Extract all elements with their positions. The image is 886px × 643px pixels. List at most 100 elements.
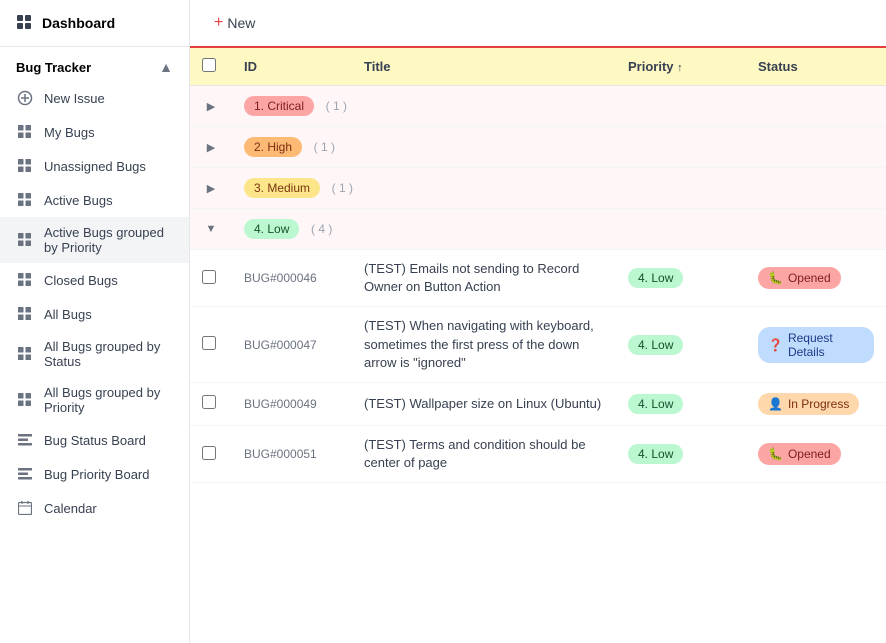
sidebar-item-new-issue[interactable]: New Issue <box>0 81 189 115</box>
header-title: Title <box>352 48 616 86</box>
group-toggle-low[interactable]: ▼ <box>202 220 220 238</box>
group-count-medium: ( 1 ) <box>332 181 353 195</box>
chevron-icon-high: ▶ <box>202 138 220 156</box>
row-checkbox-BUG#000051[interactable] <box>202 446 216 460</box>
table-row: BUG#000046 (TEST) Emails not sending to … <box>190 250 886 307</box>
table-body: ▶ 1. Critical ( 1 ) ▶ 2. High ( 1 ) ▶ 3.… <box>190 86 886 483</box>
sidebar-item-label-closed-bugs: Closed Bugs <box>44 273 118 288</box>
group-label-cell-low[interactable]: 4. Low ( 4 ) <box>232 209 886 250</box>
new-label: New <box>227 15 255 31</box>
row-status: 👤 In Progress <box>746 382 886 425</box>
group-row-medium[interactable]: ▶ 3. Medium ( 1 ) <box>190 168 886 209</box>
row-priority: 4. Low <box>616 425 746 482</box>
sidebar-item-label-unassigned-bugs: Unassigned Bugs <box>44 159 146 174</box>
group-toggle-high[interactable]: ▶ <box>202 138 220 156</box>
sidebar-item-bug-status-board[interactable]: Bug Status Board <box>0 423 189 457</box>
sidebar-items-container: New Issue My Bugs Unassigned Bugs Acti <box>0 81 189 525</box>
group-row-low[interactable]: ▼ 4. Low ( 4 ) <box>190 209 886 250</box>
row-checkbox-BUG#000047[interactable] <box>202 336 216 350</box>
header-status: Status <box>746 48 886 86</box>
group-priority-badge-low: 4. Low <box>244 219 299 239</box>
sidebar-icon-calendar <box>16 499 34 517</box>
priority-badge: 4. Low <box>628 394 683 414</box>
status-badge: 🐛 Opened <box>758 267 841 289</box>
row-checkbox-cell[interactable] <box>190 382 232 425</box>
select-all-checkbox[interactable] <box>202 58 216 72</box>
sidebar-item-closed-bugs[interactable]: Closed Bugs <box>0 263 189 297</box>
sidebar-item-label-active-bugs: Active Bugs <box>44 193 113 208</box>
bugs-table: ID Title Priority ↑ Status ▶ 1. Critical… <box>190 48 886 483</box>
sidebar-icon-all-bugs-grouped-status <box>16 345 34 363</box>
sidebar-item-all-bugs-grouped-status[interactable]: All Bugs grouped by Status <box>0 331 189 377</box>
sidebar-item-calendar[interactable]: Calendar <box>0 491 189 525</box>
sidebar-icon-new-issue <box>16 89 34 107</box>
row-checkbox-cell[interactable] <box>190 250 232 307</box>
group-expand-cell[interactable]: ▶ <box>190 86 232 127</box>
sidebar-icon-unassigned-bugs <box>16 157 34 175</box>
header-checkbox-col <box>190 48 232 86</box>
group-row-critical[interactable]: ▶ 1. Critical ( 1 ) <box>190 86 886 127</box>
sidebar-item-active-bugs[interactable]: Active Bugs <box>0 183 189 217</box>
section-label: Bug Tracker <box>16 60 91 75</box>
sidebar-icon-active-bugs <box>16 191 34 209</box>
row-status: 🐛 Opened <box>746 425 886 482</box>
row-title: (TEST) Emails not sending to Record Owne… <box>352 250 616 307</box>
row-status: ❓ Request Details <box>746 307 886 383</box>
sidebar-item-bug-priority-board[interactable]: Bug Priority Board <box>0 457 189 491</box>
status-icon: 🐛 <box>768 271 783 285</box>
group-toggle-critical[interactable]: ▶ <box>202 97 220 115</box>
group-expand-cell[interactable]: ▶ <box>190 168 232 209</box>
group-expand-cell[interactable]: ▶ <box>190 127 232 168</box>
dashboard-link[interactable]: Dashboard <box>0 0 189 47</box>
row-checkbox-cell[interactable] <box>190 307 232 383</box>
table-row: BUG#000049 (TEST) Wallpaper size on Linu… <box>190 382 886 425</box>
sidebar-item-label-my-bugs: My Bugs <box>44 125 95 140</box>
status-badge: 👤 In Progress <box>758 393 859 415</box>
sidebar-icon-bug-priority-board <box>16 465 34 483</box>
chevron-icon-medium: ▶ <box>202 179 220 197</box>
group-label-cell-critical[interactable]: 1. Critical ( 1 ) <box>232 86 886 127</box>
chevron-icon-low: ▼ <box>202 220 220 238</box>
row-priority: 4. Low <box>616 307 746 383</box>
group-priority-badge-critical: 1. Critical <box>244 96 314 116</box>
sidebar-item-label-calendar: Calendar <box>44 501 97 516</box>
status-icon: 🐛 <box>768 447 783 461</box>
sidebar-item-label-active-bugs-grouped-priority: Active Bugs grouped by Priority <box>44 225 173 255</box>
new-button[interactable]: + New <box>206 10 263 36</box>
sidebar-icon-closed-bugs <box>16 271 34 289</box>
priority-badge: 4. Low <box>628 268 683 288</box>
row-checkbox-BUG#000049[interactable] <box>202 395 216 409</box>
dashboard-icon <box>16 14 34 32</box>
group-label-cell-medium[interactable]: 3. Medium ( 1 ) <box>232 168 886 209</box>
row-priority: 4. Low <box>616 250 746 307</box>
row-checkbox-BUG#000046[interactable] <box>202 270 216 284</box>
row-title: (TEST) When navigating with keyboard, so… <box>352 307 616 383</box>
sidebar-item-active-bugs-grouped-priority[interactable]: Active Bugs grouped by Priority <box>0 217 189 263</box>
group-row-high[interactable]: ▶ 2. High ( 1 ) <box>190 127 886 168</box>
group-toggle-medium[interactable]: ▶ <box>202 179 220 197</box>
sidebar-item-unassigned-bugs[interactable]: Unassigned Bugs <box>0 149 189 183</box>
group-expand-cell[interactable]: ▼ <box>190 209 232 250</box>
sidebar-item-all-bugs[interactable]: All Bugs <box>0 297 189 331</box>
sidebar-item-label-all-bugs-grouped-priority: All Bugs grouped by Priority <box>44 385 173 415</box>
sidebar-section-header: Bug Tracker ▲ <box>0 47 189 81</box>
status-icon: 👤 <box>768 397 783 411</box>
sidebar-icon-all-bugs-grouped-priority <box>16 391 34 409</box>
sidebar-item-all-bugs-grouped-priority[interactable]: All Bugs grouped by Priority <box>0 377 189 423</box>
sidebar-icon-bug-status-board <box>16 431 34 449</box>
row-status: 🐛 Opened <box>746 250 886 307</box>
sidebar-icon-active-bugs-grouped-priority <box>16 231 34 249</box>
row-id: BUG#000046 <box>232 250 352 307</box>
row-id: BUG#000051 <box>232 425 352 482</box>
row-checkbox-cell[interactable] <box>190 425 232 482</box>
sidebar-icon-all-bugs <box>16 305 34 323</box>
collapse-icon[interactable]: ▲ <box>159 59 173 75</box>
row-priority: 4. Low <box>616 382 746 425</box>
sidebar-item-my-bugs[interactable]: My Bugs <box>0 115 189 149</box>
table-header: ID Title Priority ↑ Status <box>190 48 886 86</box>
status-badge: 🐛 Opened <box>758 443 841 465</box>
row-id: BUG#000047 <box>232 307 352 383</box>
group-label-cell-high[interactable]: 2. High ( 1 ) <box>232 127 886 168</box>
status-badge: ❓ Request Details <box>758 327 874 363</box>
bugs-table-container[interactable]: ID Title Priority ↑ Status ▶ 1. Critical… <box>190 48 886 643</box>
